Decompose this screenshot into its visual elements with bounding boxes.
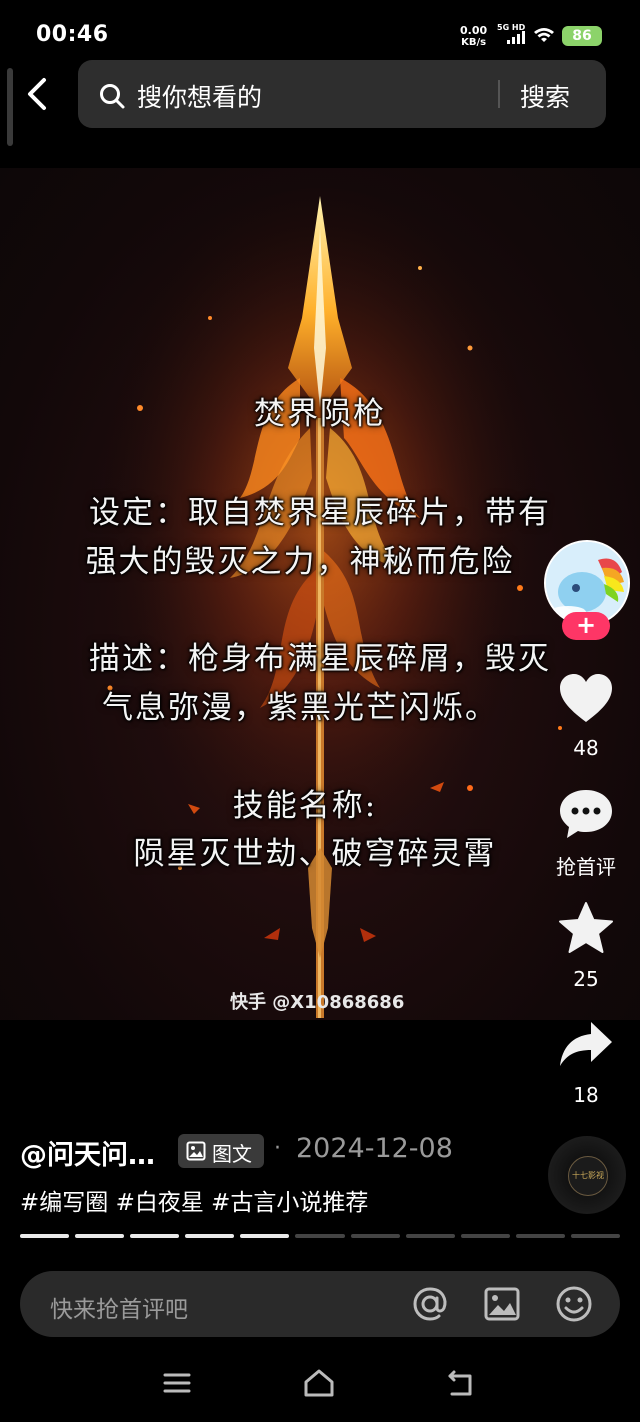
spear-artwork bbox=[80, 188, 562, 1018]
date-separator: · bbox=[274, 1136, 281, 1161]
status-time: 00:46 bbox=[36, 22, 109, 47]
progress-segment bbox=[185, 1234, 235, 1238]
emoji-icon[interactable] bbox=[554, 1284, 594, 1324]
progress-segment bbox=[240, 1234, 290, 1238]
progress-segment bbox=[405, 1234, 455, 1238]
poster-line-2: 强大的毁灭之力，神秘而危险 bbox=[85, 544, 515, 580]
star-icon[interactable] bbox=[557, 900, 615, 958]
progress-segment bbox=[515, 1234, 565, 1238]
post-date: 2024-12-08 bbox=[296, 1133, 453, 1164]
comment-placeholder: 快来抢首评吧 bbox=[50, 1297, 188, 1323]
favorite-count: 25 bbox=[573, 967, 599, 991]
progress-segment bbox=[460, 1234, 510, 1238]
home-icon[interactable] bbox=[302, 1366, 336, 1400]
search-icon bbox=[100, 84, 125, 109]
progress-segment bbox=[350, 1234, 400, 1238]
poster-title: 焚界陨枪 bbox=[254, 396, 386, 432]
back-icon[interactable] bbox=[16, 72, 60, 116]
follow-button[interactable]: + bbox=[562, 612, 610, 640]
poster-line-1: 设定：取自焚界星辰碎片，带有 bbox=[89, 495, 551, 531]
return-icon[interactable] bbox=[444, 1366, 478, 1400]
image-icon[interactable] bbox=[482, 1284, 522, 1324]
menu-icon[interactable] bbox=[160, 1366, 194, 1400]
wifi-icon bbox=[534, 28, 554, 42]
network-speed: 0.00 KB/s bbox=[460, 25, 487, 49]
music-label: 十七影视 bbox=[568, 1156, 608, 1196]
watermark: 快手 @X10868686 bbox=[230, 992, 405, 1013]
poster-line-4: 气息弥漫，紫黑光芒闪烁。 bbox=[102, 690, 498, 726]
search-placeholder: 搜你想看的 bbox=[137, 83, 263, 112]
image-progress bbox=[20, 1234, 621, 1238]
search-button[interactable]: 搜索 bbox=[520, 78, 570, 114]
like-count: 48 bbox=[573, 736, 599, 760]
progress-segment bbox=[295, 1234, 345, 1238]
search-divider bbox=[498, 80, 500, 108]
poster-line-3: 描述：枪身布满星辰碎屑，毁灭 bbox=[89, 641, 551, 677]
edge-handle bbox=[7, 68, 13, 146]
poster-line-6: 陨星灭世劫、破穹碎灵霄 bbox=[133, 836, 497, 872]
signal-icon bbox=[507, 31, 525, 44]
network-speed-unit: KB/s bbox=[461, 37, 487, 48]
progress-segment bbox=[20, 1234, 70, 1238]
share-icon[interactable] bbox=[557, 1016, 615, 1074]
comment-label: 抢首评 bbox=[556, 855, 616, 879]
battery-indicator: 86 bbox=[562, 26, 602, 46]
heart-icon[interactable] bbox=[557, 670, 615, 728]
progress-segment bbox=[75, 1234, 125, 1238]
hashtags[interactable]: #编写圈 #白夜星 #古言小说推荐 bbox=[20, 1183, 368, 1217]
post-image[interactable] bbox=[0, 168, 640, 1020]
author-name[interactable]: @问天问… bbox=[20, 1133, 155, 1172]
share-count: 18 bbox=[573, 1083, 599, 1107]
poster-line-5: 技能名称: bbox=[232, 788, 378, 824]
progress-segment bbox=[570, 1234, 621, 1238]
network-speed-value: 0.00 bbox=[460, 24, 488, 37]
image-icon bbox=[186, 1141, 206, 1161]
comment-icon[interactable] bbox=[557, 785, 615, 843]
type-badge-label: 图文 bbox=[212, 1142, 252, 1166]
progress-segment bbox=[130, 1234, 180, 1238]
at-icon[interactable] bbox=[410, 1284, 450, 1324]
